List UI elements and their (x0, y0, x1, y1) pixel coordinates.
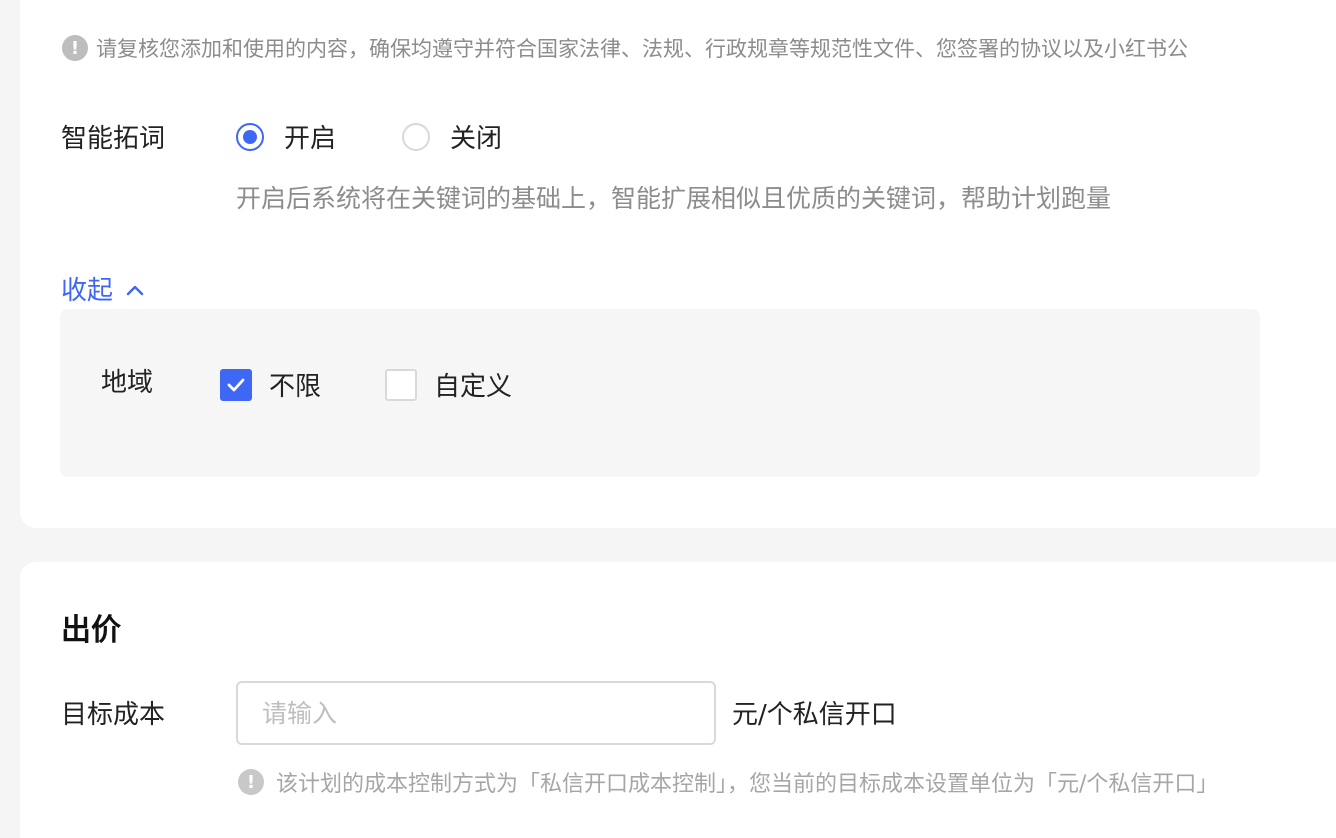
radio-checked-icon[interactable] (236, 122, 264, 151)
bidding-section-title: 出价 (61, 613, 121, 648)
smart-expand-off-option[interactable]: 关闭 (402, 118, 502, 155)
target-cost-label: 目标成本 (61, 700, 166, 730)
smart-expand-label: 智能拓词 (61, 124, 166, 154)
smart-expand-off-label[interactable]: 关闭 (450, 118, 502, 155)
region-checkbox-group: 不限 自定义 (220, 366, 576, 403)
collapse-label[interactable]: 收起 (61, 270, 113, 307)
region-label: 地域 (101, 368, 154, 398)
target-cost-unit: 元/个私信开口 (732, 700, 897, 730)
region-custom-label[interactable]: 自定义 (434, 366, 512, 403)
collapse-button[interactable]: 收起 (61, 270, 145, 307)
checkbox-unchecked-icon[interactable] (385, 368, 418, 401)
checkbox-checked-icon[interactable] (220, 368, 252, 401)
exclamation-circle-icon: ! (62, 35, 88, 61)
smart-expand-on-label[interactable]: 开启 (284, 118, 336, 155)
page: ! 请复核您添加和使用的内容，确保均遵守并符合国家法律、法规、行政规章等规范性文… (0, 0, 1336, 838)
smart-expand-on-option[interactable]: 开启 (236, 118, 336, 155)
region-custom-option[interactable]: 自定义 (385, 366, 512, 403)
region-unlimited-option[interactable]: 不限 (220, 366, 321, 403)
cost-control-hint-text: 该计划的成本控制方式为「私信开口成本控制」，您当前的目标成本设置单位为「元/个私… (276, 772, 1219, 797)
compliance-notice-text: 请复核您添加和使用的内容，确保均遵守并符合国家法律、法规、行政规章等规范性文件、… (96, 37, 1188, 61)
radio-unchecked-icon[interactable] (402, 122, 431, 151)
target-cost-input[interactable] (236, 681, 716, 745)
smart-expand-help: 开启后系统将在关键词的基础上，智能扩展相似且优质的关键词，帮助计划跑量 (236, 184, 1112, 213)
cost-control-hint: ! 该计划的成本控制方式为「私信开口成本控制」，您当前的目标成本设置单位为「元/… (238, 766, 1218, 798)
chevron-up-icon[interactable] (125, 274, 145, 304)
exclamation-circle-icon: ! (238, 769, 264, 795)
smart-expand-radio-group: 开启 关闭 (236, 118, 568, 155)
compliance-notice: ! 请复核您添加和使用的内容，确保均遵守并符合国家法律、法规、行政规章等规范性文… (62, 33, 1188, 63)
region-unlimited-label[interactable]: 不限 (269, 366, 321, 403)
